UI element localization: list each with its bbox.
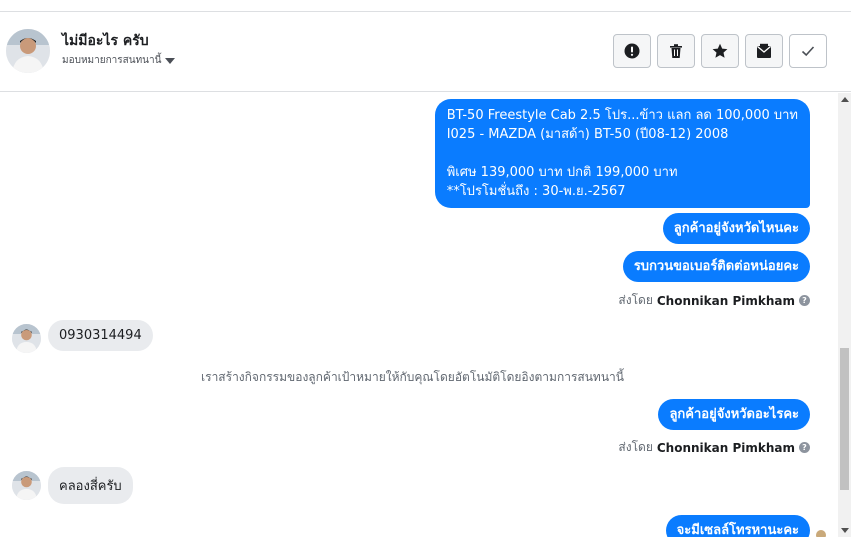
promo-line-1: BT-50 Freestyle Cab 2.5 โปร...ข้าว แลก ล… bbox=[446, 108, 798, 123]
outgoing-message-ask-province[interactable]: ลูกค้าอยู่จังหวัดไหนคะ bbox=[662, 213, 810, 244]
conversation-header: ไม่มีอะไร ครับ มอบหมายการสนทนานี้ bbox=[0, 13, 851, 92]
star-icon bbox=[712, 43, 728, 58]
system-note: เราสร้างกิจกรรมของลูกค้าเป้าหมายให้กับคุ… bbox=[201, 370, 624, 384]
assign-conversation-dropdown[interactable]: มอบหมายการสนทนานี้ bbox=[62, 53, 176, 68]
sent-by-prefix: ส่งโดย bbox=[618, 293, 653, 307]
incoming-message-reply[interactable]: คลองสี่ครับ bbox=[48, 467, 133, 504]
sent-by-label: ส่งโดย Chonnikan Pimkham ? bbox=[618, 291, 810, 310]
question-icon-2[interactable]: ? bbox=[799, 442, 810, 453]
move-to-inbox-button[interactable] bbox=[745, 34, 783, 68]
scroll-up-arrow-icon[interactable] bbox=[841, 97, 849, 102]
thread-scrollbar[interactable] bbox=[838, 93, 851, 537]
outgoing-message-promo[interactable]: BT-50 Freestyle Cab 2.5 โปร...ข้าว แลก ล… bbox=[434, 99, 810, 208]
promo-line-2: I025 - MAZDA (มาสด้า) BT-50 (ปี08-12) 20… bbox=[446, 127, 729, 142]
star-button[interactable] bbox=[701, 34, 739, 68]
mail-icon bbox=[757, 43, 771, 58]
delete-button[interactable] bbox=[657, 34, 695, 68]
sent-by-name: Chonnikan Pimkham bbox=[656, 293, 795, 308]
customer-avatar-2[interactable] bbox=[12, 471, 41, 500]
contact-name: ไม่มีอะไร ครับ bbox=[62, 33, 149, 49]
outgoing-message-last[interactable]: จะมีเซลล์โทรหานะคะ bbox=[665, 515, 810, 537]
exclamation-icon bbox=[624, 43, 640, 59]
promo-line-3: พิเศษ 139,000 บาท ปกติ 199,000 บาท bbox=[446, 165, 678, 180]
sent-by-label-2: ส่งโดย Chonnikan Pimkham ? bbox=[618, 438, 810, 457]
caret-down-icon bbox=[165, 57, 176, 64]
mark-done-button[interactable] bbox=[789, 34, 827, 68]
check-icon bbox=[801, 46, 815, 57]
sent-by-prefix-2: ส่งโดย bbox=[618, 440, 653, 454]
assign-label: มอบหมายการสนทนานี้ bbox=[62, 55, 162, 66]
conversation-actions bbox=[613, 34, 827, 68]
read-receipt-avatar bbox=[816, 530, 826, 537]
promo-spacer bbox=[447, 144, 798, 163]
message-thread[interactable]: BT-50 Freestyle Cab 2.5 โปร...ข้าว แลก ล… bbox=[0, 93, 838, 537]
customer-avatar[interactable] bbox=[12, 324, 41, 353]
top-strip bbox=[0, 0, 851, 12]
scroll-down-arrow-icon[interactable] bbox=[841, 528, 849, 533]
promo-line-4: **โปรโมชั่นถึง : 30-พ.ย.-2567 bbox=[446, 184, 626, 199]
outgoing-message-ask-province-2[interactable]: ลูกค้าอยู่จังหวัดอะไรคะ bbox=[658, 399, 810, 430]
sent-by-name-2: Chonnikan Pimkham bbox=[656, 440, 795, 455]
incoming-message-phone[interactable]: 0930314494 bbox=[48, 320, 153, 351]
contact-avatar[interactable] bbox=[6, 29, 50, 73]
question-icon[interactable]: ? bbox=[799, 295, 810, 306]
outgoing-message-ask-phone[interactable]: รบกวนขอเบอร์ติดต่อหน่อยคะ bbox=[622, 251, 810, 282]
scroll-thumb[interactable] bbox=[840, 348, 849, 490]
trash-icon bbox=[670, 44, 682, 58]
mark-spam-button[interactable] bbox=[613, 34, 651, 68]
